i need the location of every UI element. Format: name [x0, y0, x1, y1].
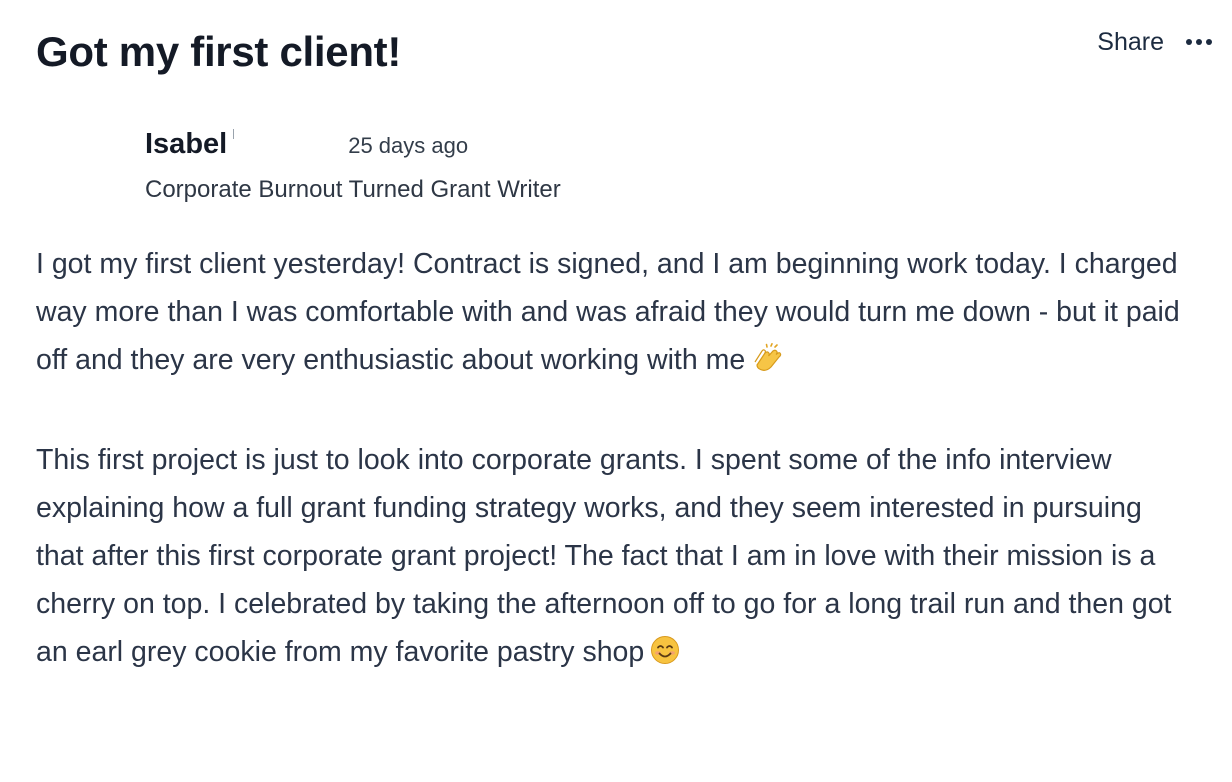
post-paragraph-text: This first project is just to look into … [36, 444, 1172, 668]
author-badge-mark [233, 129, 235, 139]
post-paragraph-text: I got my first client yesterday! Contrac… [36, 248, 1180, 376]
post-body: I got my first client yesterday! Contrac… [36, 240, 1196, 680]
post-actions: Share [1097, 22, 1214, 62]
author-tagline: Corporate Burnout Turned Grant Writer [145, 176, 561, 203]
clapping-hands-icon [751, 340, 783, 388]
post-paragraph: I got my first client yesterday! Contrac… [36, 240, 1196, 388]
post-paragraph: This first project is just to look into … [36, 436, 1196, 680]
smiling-face-icon [650, 632, 680, 680]
post-timestamp: 25 days ago [348, 133, 469, 158]
author-block: Isabel 25 days ago Corporate Burnout Tur… [145, 124, 561, 206]
post-title: Got my first client! [36, 28, 402, 75]
share-button[interactable]: Share [1097, 22, 1164, 62]
more-options-icon[interactable] [1184, 22, 1214, 62]
author-name[interactable]: Isabel [145, 124, 227, 164]
